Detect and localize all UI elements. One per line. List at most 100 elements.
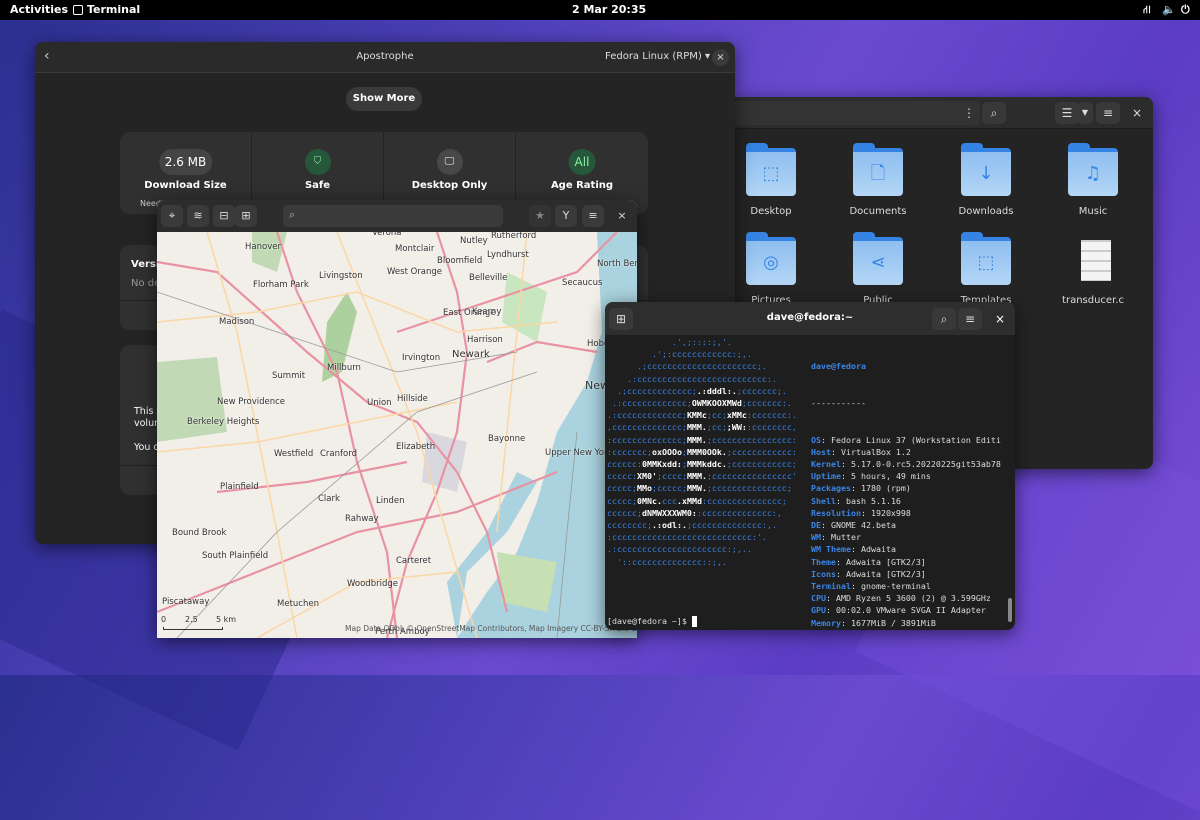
locate-icon[interactable]: ⌖ <box>161 205 183 227</box>
map-attribution: Map Data ODbL © OpenStreetMap Contributo… <box>345 624 637 633</box>
main-menu-button[interactable]: ≡ <box>582 205 604 227</box>
map-place-label: North Bergen <box>597 259 637 269</box>
logo-line: ccccc;MMo;ccccc;MMW.;ccccccccccccccc; <box>607 483 792 494</box>
terminal-app-icon <box>73 5 83 15</box>
main-menu-button[interactable]: ≡ <box>1096 102 1120 124</box>
file-item[interactable]: ◎ Pictures <box>735 232 821 306</box>
cursor <box>691 616 697 627</box>
logo-line: :cccccccccccccc;MMM.;cccccccccccccccc: <box>607 434 797 445</box>
top-bar: Activities Terminal 2 Mar 20:35 ⛙ 🔈 ⏻ <box>0 0 1200 20</box>
map-place-label: Livingston <box>319 271 363 281</box>
logo-line: cccccc;dNMWXXXWM0::cccccccccccccc:, <box>607 507 782 518</box>
logo-line: cccccc:0MMKxdd:;MMMkddc.;cccccccccccc; <box>607 459 797 470</box>
info-line: Icons: Adwaita [GTK2/3] <box>811 568 926 579</box>
logo-line: ,cccccccccccccc;MMM.;cc;;WW::cccccccc, <box>607 422 797 433</box>
zoom-in-button[interactable]: ⊞ <box>235 205 257 227</box>
logo-line: .',;::::;,'. <box>607 337 732 347</box>
file-item[interactable]: transducer.c <box>1043 232 1143 306</box>
file-name: Downloads <box>958 206 1014 217</box>
terminal-window: ⊞ dave@fedora:~ ⌕ ≡ × .',;::::;,'. .';:c… <box>605 302 1015 630</box>
close-button[interactable]: × <box>712 49 729 66</box>
neofetch-logo: .',;::::;,'. .';:cccccccccccc:;,. .;cccc… <box>607 336 797 568</box>
layers-icon[interactable]: ≋ <box>187 205 209 227</box>
source-dropdown[interactable]: Fedora Linux (RPM) ▾ <box>605 51 710 62</box>
logo-line: .:ccccccccccccc;OWMKOOXMWd;ccccccc:. <box>607 398 792 409</box>
close-button[interactable]: × <box>611 205 633 227</box>
search-input[interactable]: ⌕ <box>283 205 503 227</box>
network-icon[interactable]: ⛙ <box>1143 3 1151 18</box>
search-button[interactable]: ⌕ <box>932 308 956 330</box>
info-line: Uptime: 5 hours, 49 mins <box>811 471 931 482</box>
license-text-2: You c <box>134 442 159 453</box>
info-line: Theme: Adwaita [GTK2/3] <box>811 556 926 567</box>
info-line: OS: Fedora Linux 37 (Workstation Editi <box>811 434 1001 445</box>
map-place-label: West Orange <box>387 267 443 277</box>
map-place-label: Linden <box>376 496 405 506</box>
bookmark-icon[interactable]: ★ <box>529 205 551 227</box>
tile-label: Safe <box>304 180 331 191</box>
map-place-label: Madison <box>219 317 255 327</box>
map-place-label: Berkeley Heights <box>187 417 260 427</box>
file-item[interactable]: ♫ Music <box>1043 143 1143 217</box>
info-line: WM: Mutter <box>811 532 861 543</box>
file-name: transducer.c <box>1062 295 1124 306</box>
tile-label: Age Rating <box>550 180 614 191</box>
map-place-label: Florham Park <box>253 280 309 290</box>
menu-button[interactable]: ≡ <box>958 308 982 330</box>
map-place-label: Cranford <box>320 449 357 459</box>
map-place-label: Plainfield <box>220 482 259 492</box>
logo-line: cccccccc;.:odl:.;cccccccccccccc:,. <box>607 520 777 531</box>
scrollbar[interactable] <box>1008 598 1012 622</box>
info-line: Resolution: 1920x998 <box>811 507 911 518</box>
close-button[interactable]: × <box>988 308 1012 330</box>
list-view-button[interactable]: ☰ <box>1055 102 1079 124</box>
map-place-label: Belleville <box>469 273 508 283</box>
tile-label: Desktop Only <box>411 180 488 191</box>
scale-label: 2.5 <box>185 615 198 624</box>
activities-button[interactable]: Activities <box>10 3 68 16</box>
map-place-label: Irvington <box>402 353 441 363</box>
download-size-badge: 2.6 MB <box>158 149 213 175</box>
templates-folder-icon: ⬚ <box>961 232 1011 285</box>
map-place-label: Lyndhurst <box>487 250 529 260</box>
map-place-label: Woodbridge <box>347 579 398 589</box>
map-place-label: Union <box>367 398 392 408</box>
prompt: [dave@fedora ~]$ <box>607 616 692 626</box>
map-place-label: Kearny <box>472 307 502 317</box>
path-bar[interactable] <box>735 101 980 125</box>
path-menu-button[interactable]: ⋮ <box>957 102 981 124</box>
file-item[interactable]: ⬚ Desktop <box>735 143 821 217</box>
file-item[interactable]: ↓ Downloads <box>936 143 1036 217</box>
file-name: Desktop <box>750 206 792 217</box>
map-place-label: Verona <box>372 232 402 238</box>
close-button[interactable]: × <box>1125 102 1149 124</box>
map-place-label: Piscataway <box>162 597 210 607</box>
map-place-label: Montclair <box>395 244 435 254</box>
power-icon[interactable]: ⏻ <box>1181 3 1190 17</box>
map-place-label: Hillside <box>397 394 428 404</box>
file-item[interactable]: ⬚ Templates <box>936 232 1036 306</box>
view-options-dropdown[interactable]: ▼ <box>1077 102 1093 124</box>
file-item[interactable]: ⋖ Public <box>828 232 928 306</box>
separator: ----------- <box>811 398 866 409</box>
prompt-line[interactable]: [dave@fedora ~]$ <box>607 615 697 627</box>
clock[interactable]: 2 Mar 20:35 <box>572 3 646 16</box>
info-line: Shell: bash 5.1.16 <box>811 495 901 506</box>
map-place-label: Secaucus <box>562 278 603 288</box>
map-place-label: Newark <box>452 349 490 360</box>
logo-line: '::cccccccccccccc::;,. <box>607 556 727 567</box>
map-place-label: Clark <box>318 494 340 504</box>
map-place-label: Metuchen <box>277 599 319 609</box>
neofetch-info: dave@fedora ----------- OS: Fedora Linux… <box>811 336 1001 630</box>
volume-icon[interactable]: 🔈 <box>1162 3 1176 16</box>
file-item[interactable]: 🗋 Documents <box>828 143 928 217</box>
app-menu[interactable]: Terminal <box>87 3 140 16</box>
zoom-out-button[interactable]: ⊟ <box>213 205 235 227</box>
route-icon[interactable]: Y <box>555 205 577 227</box>
info-line: CPU: AMD Ryzen 5 3600 (2) @ 3.599GHz <box>811 593 991 604</box>
map-place-label: Harrison <box>467 335 503 345</box>
search-button[interactable]: ⌕ <box>982 102 1006 124</box>
map-view[interactable]: Hanover Florham Park Livingston Montclair We… <box>157 232 637 638</box>
scale-bar <box>163 627 223 630</box>
show-more-button[interactable]: Show More <box>346 87 422 111</box>
